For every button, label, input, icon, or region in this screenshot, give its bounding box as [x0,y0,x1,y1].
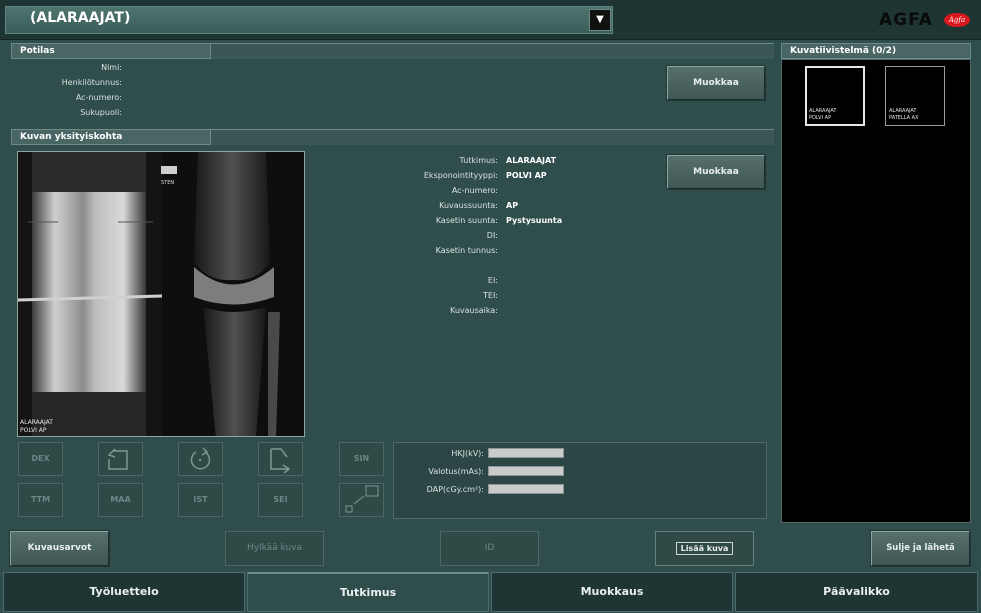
dex-button[interactable]: DEX [18,442,63,476]
rotate-left-button[interactable] [98,442,143,476]
preview-caption-exam: ALARAAJAT [20,419,53,426]
ei-label: EI: [487,276,498,285]
brand-logo: AGFA [879,10,933,30]
projection-label: Kuvaussuunta: [439,201,498,210]
exposure-type-label: Eksponointityyppi: [423,171,498,180]
cassette-orientation-value: Pystysuunta [506,216,563,225]
mas-label: Valotus(mAs): [428,467,484,476]
tei-label: TEI: [483,291,498,300]
patient-panel-title: Potilas [20,46,55,56]
mas-field[interactable] [488,466,564,476]
maa-button[interactable]: MAA [98,483,143,517]
xray-image-graphic [18,152,304,436]
thumbnail-list [781,59,971,523]
rotate-right-button[interactable] [258,442,303,476]
tab-worklist[interactable]: Työluettelo [3,572,245,612]
thumbnail-1[interactable]: ALARAAJAT POLVI AP [805,66,865,126]
exposure-type-value: POLVI AP [506,171,547,180]
summary-panel-title: Kuvatiivistelmä (0/2) [790,46,897,56]
chevron-down-icon[interactable]: ▼ [589,9,611,31]
exam-selector-value: (ALARAAJAT) [30,10,131,26]
thumbnail-2[interactable]: ALARAAJAT PATELLA AX [885,66,945,126]
dap-field[interactable] [488,484,564,494]
kv-field[interactable] [488,448,564,458]
reject-image-button[interactable]: Hylkää kuva [225,531,324,566]
expand-button[interactable] [339,483,384,517]
di-label: DI: [486,231,498,240]
exam-label: Tutkimus: [459,156,498,165]
ist-button[interactable]: IST [178,483,223,517]
rotate-button[interactable] [178,442,223,476]
ttm-button[interactable]: TTM [18,483,63,517]
preview-caption-view: POLVI AP [20,427,47,434]
kv-label: HKJ(kV): [451,449,484,458]
add-image-button[interactable]: Lisää kuva [655,531,754,566]
tab-examination[interactable]: Tutkimus [247,572,489,612]
preview-marker: STEN [161,180,175,186]
add-image-label: Lisää kuva [675,542,734,555]
rotate-left-icon [107,448,128,470]
image-detail-panel-title: Kuvan yksityiskohta [20,132,123,142]
patient-panel-header: Potilas [11,43,211,59]
edit-patient-button[interactable]: Muokkaa [667,66,765,100]
preview-caption: ALARAAJAT POLVI AP [20,419,53,435]
tab-edit[interactable]: Muokkaus [491,572,733,612]
rotate-clockwise-icon [190,447,211,470]
image-detail-panel-header: Kuvan yksityiskohta [11,129,211,145]
exam-value: ALARAAJAT [506,156,557,165]
xray-preview[interactable]: STEN ALARAAJAT POLVI AP [17,151,305,437]
projection-value: AP [506,201,519,210]
patient-name-label: Nimi: [101,63,122,72]
image-detail-panel-header-bar [211,129,774,145]
thumbnail-1-view: POLVI AP [809,115,832,121]
brand-badge-icon: Agfa [944,13,970,27]
sei-button[interactable]: SEI [258,483,303,517]
exposure-time-label: Kuvausaika: [449,306,498,315]
sin-button[interactable]: SIN [339,442,384,476]
edit-image-details-button[interactable]: Muokkaa [667,155,765,189]
thumbnail-2-caption: ALARAAJAT PATELLA AX [889,108,918,122]
summary-panel-header: Kuvatiivistelmä (0/2) [781,43,971,59]
thumbnail-1-exam: ALARAAJAT [809,108,837,114]
patient-ac-number-label: Ac-numero: [75,93,122,102]
thumbnail-2-view: PATELLA AX [889,115,919,121]
patient-sex-label: Sukupuoli: [80,108,122,117]
id-button[interactable]: ID [440,531,539,566]
thumbnail-2-exam: ALARAAJAT [889,108,917,114]
dap-label: DAP(cGy.cm²): [426,485,484,494]
patient-panel-header-bar [211,43,774,59]
rotate-right-icon [270,448,291,474]
cassette-id-label: Kasetin tunnus: [435,246,498,255]
ac-number-label: Ac-numero: [451,186,498,195]
expand-icon [345,485,379,513]
exposure-values-button[interactable]: Kuvausarvot [10,531,109,566]
tab-main-menu[interactable]: Päävalikko [735,572,978,612]
thumbnail-1-caption: ALARAAJAT POLVI AP [809,108,836,122]
close-and-send-all-button[interactable]: Sulje ja lähetä kaikki [871,531,970,586]
patient-id-label: Henkilötunnus: [61,78,122,87]
cassette-orientation-label: Kasetin suunta: [435,216,498,225]
